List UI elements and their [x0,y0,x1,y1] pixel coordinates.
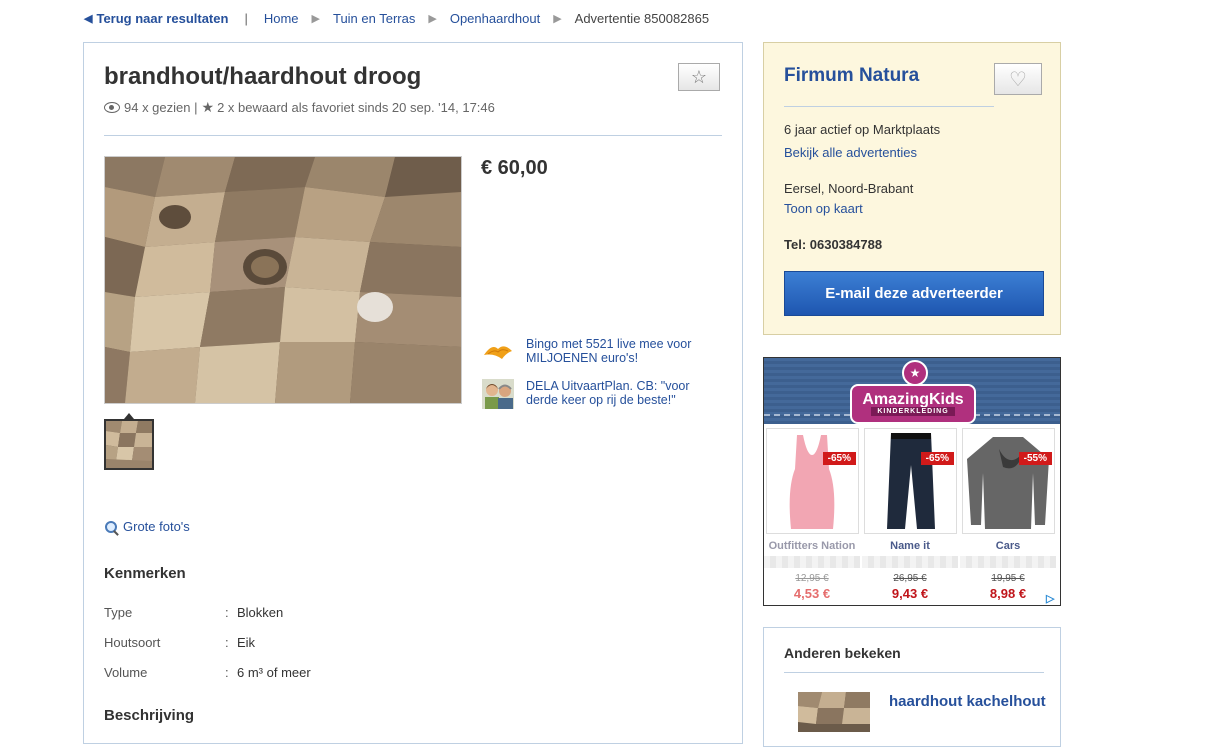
new-price: 4,53 € [793,586,831,601]
big-photos-link[interactable]: Grote foto's [105,519,190,534]
others-item-title[interactable]: haardhout kachelhout [889,693,1046,710]
star-icon: ★ [201,99,215,115]
price: € 60,00 [481,157,548,179]
ad-link-dela[interactable]: DELA UitvaartPlan. CB: "voor derde keer … [482,379,702,409]
kenmerk-value: Blokken [237,605,284,620]
breadcrumb-home[interactable]: Home [264,11,299,26]
kenmerk-label: Type [104,605,133,620]
kenmerk-value: 6 m³ of meer [237,665,311,680]
breadcrumb-separator: | [244,10,248,26]
kenmerk-colon: : [225,635,229,650]
old-price: 19,95 € [991,573,1025,584]
seller-phone: Tel: 0630384788 [784,237,883,252]
breadcrumb-arrow-icon: ▶ [553,12,562,25]
seller-active-since: 6 jaar actief op Marktplaats [784,122,941,137]
breadcrumb-tuin-en-terras[interactable]: Tuin en Terras [333,11,415,26]
seller-box: Firmum Natura ♡ 6 jaar actief op Marktpl… [763,42,1061,335]
banner-product[interactable]: -55% Cars 19,95 € 8,98 € [960,428,1056,602]
listing-stats: 94 x gezien | ★ 2 x bewaard als favoriet… [104,99,495,116]
favorite-count: 2 x bewaard als favoriet sinds 20 sep. '… [217,100,495,115]
listing-panel: brandhout/haardhout droog ☆ 94 x gezien … [83,42,743,744]
heart-icon: ♡ [1009,68,1027,91]
eye-icon [104,102,120,113]
others-item-thumbnail[interactable] [798,692,870,732]
sponsored-links: Bingo met 5521 live mee voor MILJOENEN e… [482,337,702,421]
favorite-star-button[interactable]: ☆ [678,63,720,91]
ad-link-bingo[interactable]: Bingo met 5521 live mee voor MILJOENEN e… [482,337,702,367]
title-divider [104,135,722,136]
decorative-strip [862,556,958,568]
show-map-link[interactable]: Toon op kaart [784,201,863,216]
amazingkids-banner-ad[interactable]: ★ AmazingKids KINDERKLEDING -65% Outfitt… [763,357,1061,606]
breadcrumb-current: Advertentie 850082865 [574,10,710,26]
kenmerk-label: Houtsoort [104,635,161,650]
dela-people-icon [482,379,514,409]
kenmerk-colon: : [225,605,229,620]
seller-favorite-button[interactable]: ♡ [994,63,1042,95]
breadcrumb-arrow-icon: ▶ [428,12,437,25]
breadcrumb-arrow-icon: ▶ [311,12,320,25]
jeans-image [864,428,957,534]
beschrijving-heading: Beschrijving [104,707,195,724]
product-name: Outfitters Nation [768,540,856,552]
main-photo[interactable] [104,156,462,404]
bingo-icon [482,337,514,367]
others-divider [784,672,1044,673]
back-arrow-icon: ◀ [84,12,93,25]
others-viewed-heading: Anderen bekeken [784,645,901,661]
star-badge-icon: ★ [902,360,928,386]
banner-product[interactable]: -65% Name it 26,95 € 9,43 € [862,428,958,602]
grey-shirt-image [962,428,1055,534]
kenmerk-value: Eik [237,635,256,650]
discount-badge: -55% [1018,452,1052,465]
star-outline-icon: ☆ [690,66,708,87]
all-ads-link[interactable]: Bekijk alle advertenties [784,145,917,160]
amazingkids-logo: AmazingKids KINDERKLEDING [850,384,976,424]
breadcrumb: ◀ Terug naar resultaten | Home ▶ Tuin en… [84,9,709,27]
decorative-strip [764,556,860,568]
old-price: 26,95 € [893,573,927,584]
seller-location: Eersel, Noord-Brabant [784,181,914,196]
adchoices-icon[interactable]: ▷ [1046,592,1058,605]
breadcrumb-openhaardhout[interactable]: Openhaardhout [450,11,540,26]
magnifier-icon [105,520,117,533]
pink-top-image [766,428,859,534]
view-count: 94 x gezien [124,100,191,115]
kenmerk-label: Volume [104,665,148,680]
discount-badge: -65% [920,452,954,465]
back-to-results-link[interactable]: ◀ Terug naar resultaten [84,11,228,26]
product-name: Cars [995,540,1021,552]
email-advertiser-button[interactable]: E-mail deze adverteerder [784,271,1044,316]
discount-badge: -65% [822,452,856,465]
seller-name[interactable]: Firmum Natura [784,65,919,87]
others-viewed-box: Anderen bekeken haardhout kachelhout [763,627,1061,747]
decorative-strip [960,556,1056,568]
old-price: 12,95 € [795,573,829,584]
new-price: 8,98 € [989,586,1027,601]
banner-product[interactable]: -65% Outfitters Nation 12,95 € 4,53 € [764,428,860,602]
thumbnail-strip [104,413,154,470]
kenmerken-heading: Kenmerken [104,565,186,582]
seller-divider [784,106,994,107]
kenmerk-colon: : [225,665,229,680]
new-price: 9,43 € [891,586,929,601]
stats-separator: | [190,100,198,115]
product-name: Name it [890,540,930,552]
listing-title: brandhout/haardhout droog [104,63,422,90]
photo-thumbnail[interactable] [104,419,154,470]
